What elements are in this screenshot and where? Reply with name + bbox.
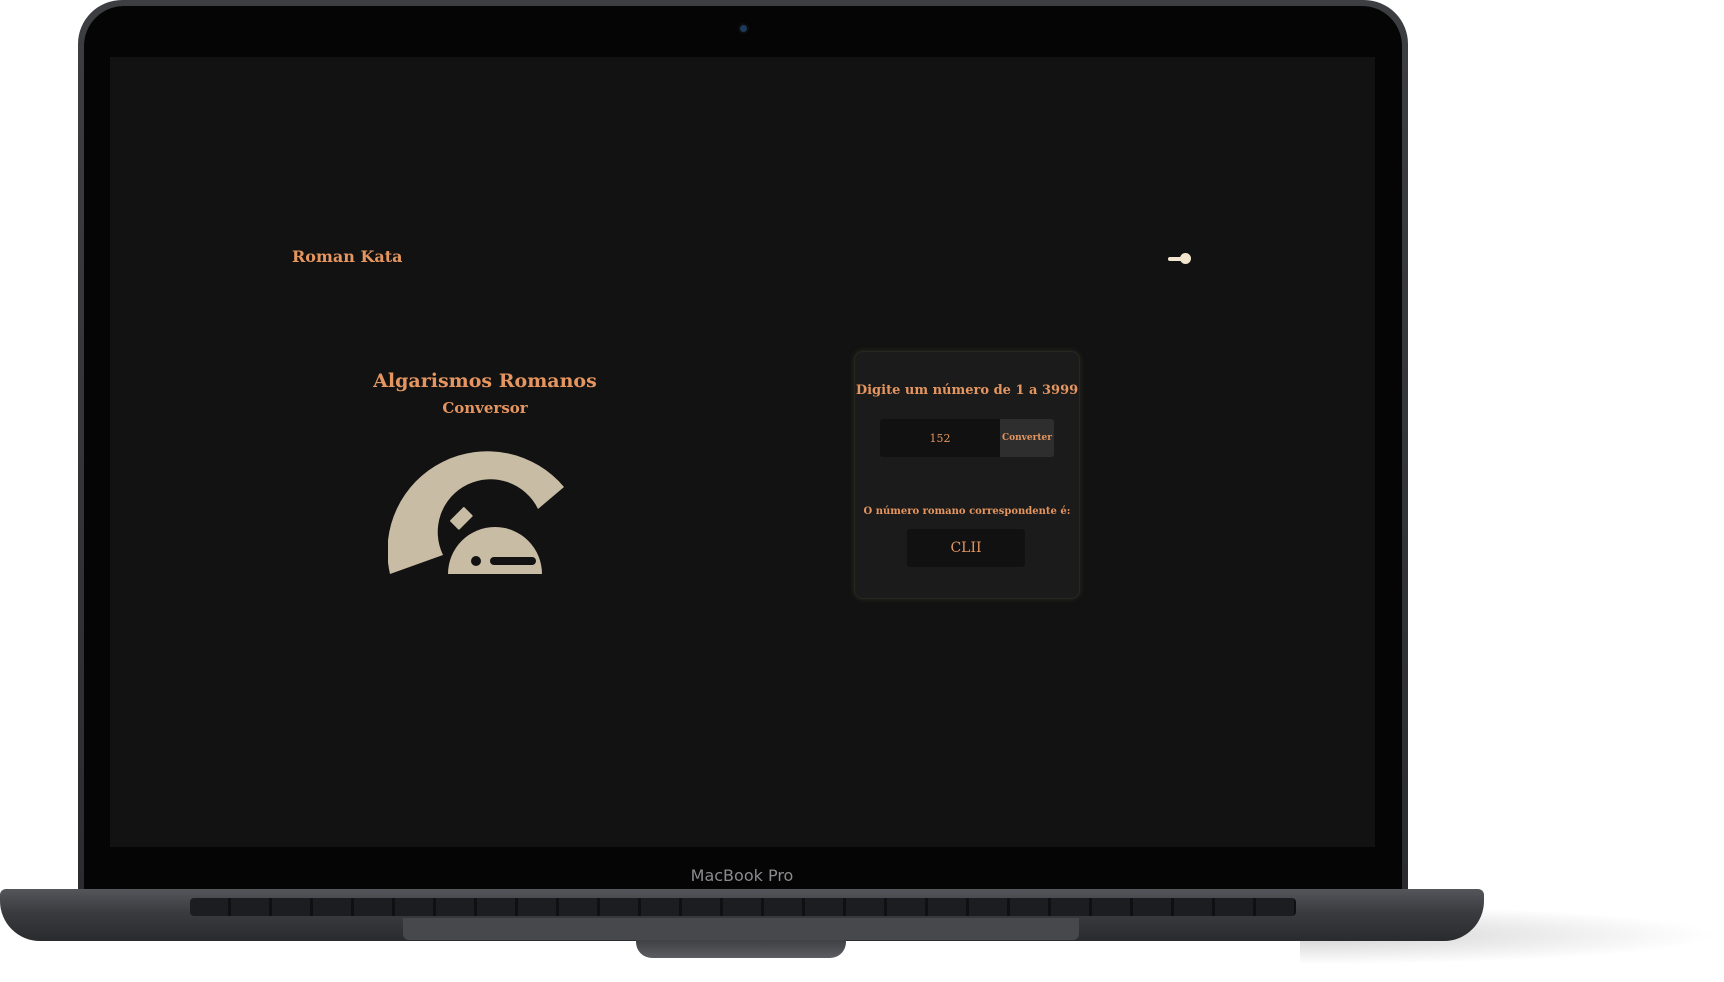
trackpad — [403, 918, 1079, 940]
app-title: Roman Kata — [292, 247, 403, 266]
result-value: CLII — [950, 540, 982, 556]
theme-toggle[interactable] — [1168, 253, 1192, 265]
convert-button[interactable]: Converter — [1000, 419, 1054, 457]
lid-notch — [636, 940, 846, 958]
result-box: CLII — [907, 529, 1025, 567]
result-label: O número romano correspondente é: — [863, 506, 1071, 517]
hero-title: Algarismos Romanos — [373, 370, 597, 392]
keyboard — [190, 898, 1296, 916]
roman-helmet-icon — [388, 451, 564, 574]
converter-card: Digite um número de 1 a 3999 Converter O… — [855, 352, 1079, 598]
number-input[interactable] — [880, 419, 1000, 457]
converter-heading: Digite um número de 1 a 3999 — [855, 383, 1079, 398]
app-screen: Roman Kata Algarismos Romanos Conversor … — [110, 57, 1375, 847]
hero-subtitle: Conversor — [442, 399, 528, 417]
toggle-knob — [1180, 253, 1191, 264]
laptop-model-label: MacBook Pro — [690, 866, 794, 885]
camera-icon — [740, 25, 747, 32]
